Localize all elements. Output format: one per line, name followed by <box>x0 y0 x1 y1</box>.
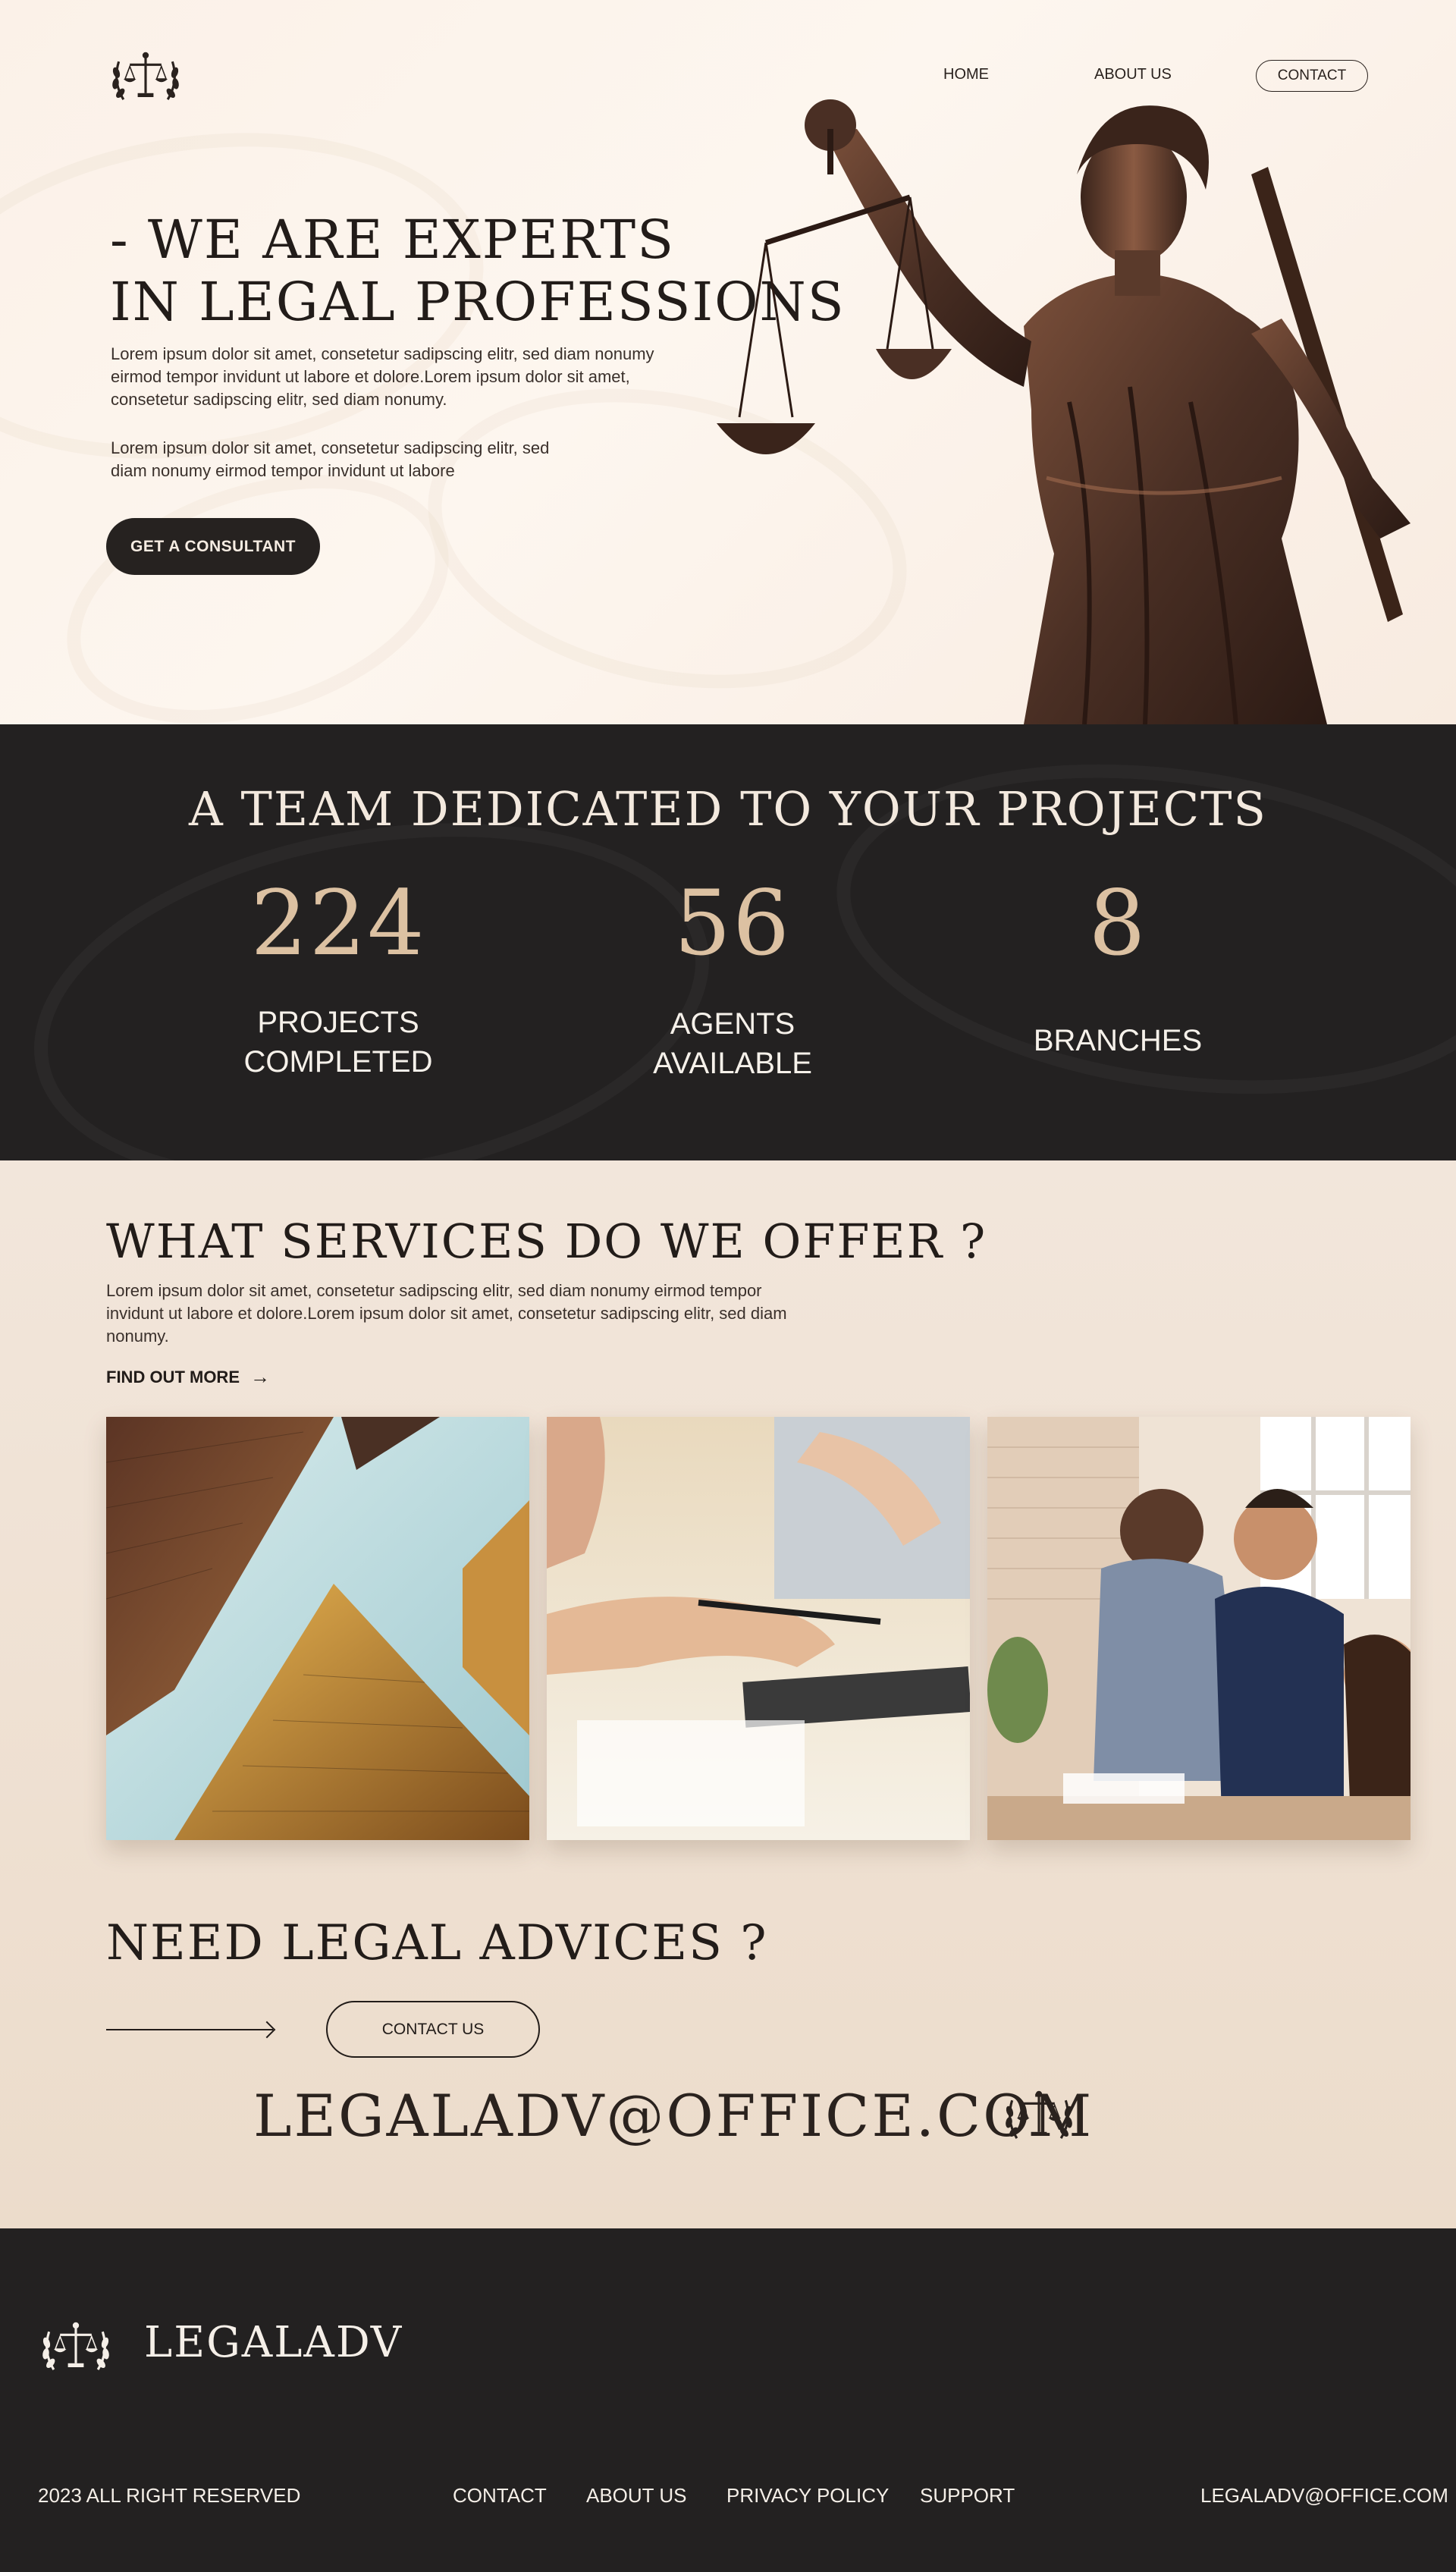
nav-about-link[interactable]: ABOUT US <box>1094 66 1172 83</box>
paragraph-line: Lorem ipsum dolor sit amet, consetetur s… <box>111 344 654 363</box>
stat-label-line: COMPLETED <box>243 1045 433 1079</box>
team-photo[interactable] <box>987 1417 1410 1840</box>
arrow-line-icon <box>106 2029 273 2030</box>
arrow-right-icon: → <box>250 1365 270 1388</box>
scales-logo-icon[interactable] <box>36 2308 115 2387</box>
stat-label: AGENTS AVAILABLE <box>581 1004 884 1083</box>
footer-link-contact[interactable]: CONTACT <box>453 2484 547 2508</box>
paragraph-line: consetetur sadipscing elitr, sed diam no… <box>111 390 447 409</box>
stats-title: A TEAM DEDICATED TO YOUR PROJECTS <box>189 781 1267 837</box>
contact-email-link[interactable]: LEGALADV@OFFICE.COM <box>253 2082 1094 2150</box>
need-advice-title: NEED LEGAL ADVICES ? <box>106 1915 768 1971</box>
find-out-more-link[interactable]: FIND OUT MORE → <box>106 1365 270 1389</box>
stat-label: PROJECTS COMPLETED <box>187 1003 490 1082</box>
meeting-hands-image <box>547 1417 970 1840</box>
nav-home-link[interactable]: HOME <box>943 66 989 83</box>
services-paragraph: Lorem ipsum dolor sit amet, consetetur s… <box>106 1280 864 1348</box>
services-title: WHAT SERVICES DO WE OFFER ? <box>106 1214 987 1269</box>
team-image <box>987 1417 1410 1840</box>
stat-label: BRANCHES <box>966 1021 1269 1060</box>
contact-us-button[interactable]: CONTACT US <box>326 2001 540 2058</box>
stat-number: 224 <box>250 871 426 975</box>
get-consultant-button[interactable]: GET A CONSULTANT <box>106 518 320 575</box>
find-out-more-label: FIND OUT MORE <box>106 1367 240 1386</box>
footer-link-privacy[interactable]: PRIVACY POLICY <box>726 2484 889 2508</box>
footer-brand-name[interactable]: LEGALADV <box>144 2318 403 2367</box>
paragraph-line: Lorem ipsum dolor sit amet, consetetur s… <box>106 1281 762 1300</box>
paragraph-line: eirmod tempor invidunt ut labore et dolo… <box>111 367 630 386</box>
hero-paragraph-2: Lorem ipsum dolor sit amet, consetetur s… <box>111 437 549 482</box>
paragraph-line: diam nonumy eirmod tempor invidunt ut la… <box>111 461 455 480</box>
stat-label-line: AGENTS <box>670 1007 795 1041</box>
scales-logo-icon[interactable] <box>106 38 185 117</box>
footer-copyright: 2023 ALL RIGHT RESERVED <box>38 2484 301 2507</box>
stat-label-line: PROJECTS <box>257 1006 419 1039</box>
paragraph-line: invidunt ut labore et dolore.Lorem ipsum… <box>106 1304 787 1323</box>
footer <box>0 2228 1456 2572</box>
footer-link-about[interactable]: ABOUT US <box>586 2484 686 2508</box>
skyscraper-photo[interactable] <box>106 1417 529 1840</box>
paragraph-line: Lorem ipsum dolor sit amet, consetetur s… <box>111 438 550 457</box>
stat-number: 8 <box>1088 871 1147 975</box>
stat-label-line: BRANCHES <box>1033 1024 1203 1057</box>
meeting-hands-photo[interactable] <box>547 1417 970 1840</box>
lady-justice-statue-image <box>717 99 1410 724</box>
footer-link-support[interactable]: SUPPORT <box>920 2484 1015 2508</box>
footer-email-link[interactable]: LEGALADV@OFFICE.COM <box>1200 2484 1448 2508</box>
stat-number: 56 <box>673 871 792 975</box>
skyscraper-image <box>106 1417 529 1840</box>
hero-paragraph-1: Lorem ipsum dolor sit amet, consetetur s… <box>111 343 654 411</box>
paragraph-line: nonumy. <box>106 1327 169 1346</box>
scales-logo-icon <box>1006 2090 1072 2139</box>
stat-label-line: AVAILABLE <box>653 1047 812 1080</box>
